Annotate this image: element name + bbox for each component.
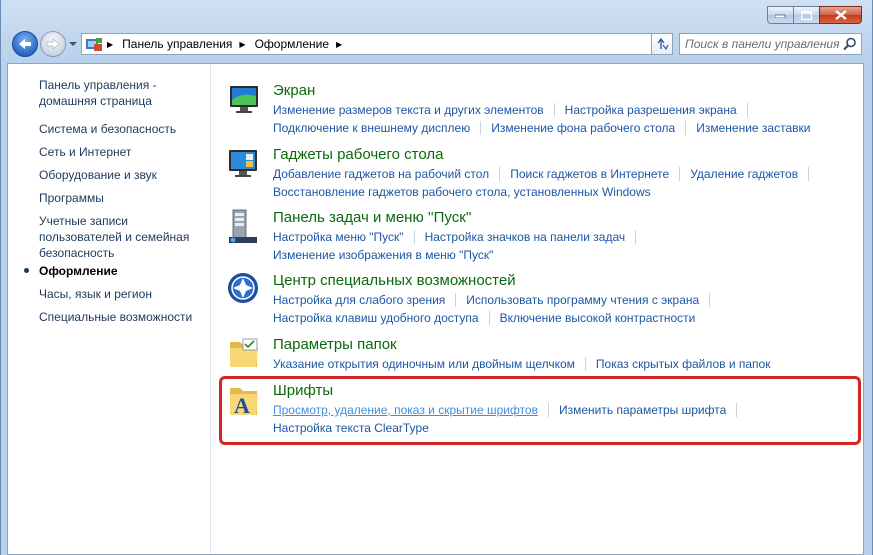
- sidebar-item-system-security[interactable]: Система и безопасность: [39, 121, 204, 137]
- link-row: Настройка клавиш удобного доступа Включен…: [273, 311, 695, 325]
- link-divider: [685, 121, 687, 135]
- search-box[interactable]: [679, 33, 862, 55]
- sidebar-item-clock-language-region[interactable]: Часы, язык и регион: [39, 286, 204, 302]
- forward-button[interactable]: [40, 31, 66, 57]
- link-screen-resolution[interactable]: Настройка разрешения экрана: [565, 103, 737, 117]
- link-divider: [455, 293, 457, 307]
- sidebar-item-hardware-sound[interactable]: Оборудование и звук: [39, 167, 204, 183]
- refresh-button[interactable]: [651, 33, 673, 55]
- link-divider: [808, 167, 810, 181]
- sidebar-item-network[interactable]: Сеть и Интернет: [39, 144, 204, 160]
- link-start-menu-picture[interactable]: Изменение изображения в меню "Пуск": [273, 248, 493, 262]
- link-show-hidden-files[interactable]: Показ скрытых файлов и папок: [596, 357, 771, 371]
- search-icon[interactable]: [843, 37, 857, 51]
- close-icon: [834, 10, 847, 20]
- category-title-folder-options[interactable]: Параметры папок: [273, 336, 397, 353]
- link-remove-gadgets[interactable]: Удаление гаджетов: [690, 167, 798, 181]
- back-button[interactable]: [12, 31, 38, 57]
- sidebar-item-ease-of-access[interactable]: Специальные возможности: [39, 309, 204, 325]
- category-title-display[interactable]: Экран: [273, 82, 315, 99]
- control-panel-icon: [86, 38, 102, 51]
- breadcrumb-separator-icon[interactable]: ▶: [107, 40, 113, 49]
- window-frame: ▶ Панель управления ▶ Оформление ▶ ▼ Пан…: [0, 0, 873, 555]
- link-taskbar-icons[interactable]: Настройка значков на панели задач: [425, 230, 626, 244]
- link-row: Восстановление гаджетов рабочего стола, …: [273, 185, 651, 199]
- search-input[interactable]: [685, 37, 843, 51]
- accessibility-icon: [228, 273, 258, 303]
- category-title-gadgets[interactable]: Гаджеты рабочего стола: [273, 146, 443, 163]
- link-single-double-click[interactable]: Указание открытия одиночным или двойным …: [273, 357, 575, 371]
- minimize-button[interactable]: [767, 6, 794, 24]
- link-screen-reader[interactable]: Использовать программу чтения с экрана: [466, 293, 699, 307]
- history-dropdown-icon[interactable]: [68, 39, 78, 49]
- category-title-ease-of-access[interactable]: Центр специальных возможностей: [273, 272, 516, 289]
- folder-options-icon: [230, 338, 258, 367]
- link-divider: [413, 230, 415, 244]
- sidebar-item-programs[interactable]: Программы: [39, 190, 204, 206]
- navigation-bar: ▶ Панель управления ▶ Оформление ▶ ▼: [11, 31, 862, 57]
- maximize-button[interactable]: [793, 6, 820, 24]
- content-area: Панель управления - домашняя страница Си…: [7, 63, 864, 555]
- caption-buttons: [767, 6, 862, 24]
- refresh-icon: [657, 37, 669, 51]
- forward-arrow-icon: [46, 38, 60, 50]
- link-divider: [584, 357, 586, 371]
- link-divider: [488, 311, 490, 325]
- link-screensaver[interactable]: Изменение заставки: [696, 121, 810, 135]
- link-row: Добавление гаджетов на рабочий стол Поиск…: [273, 167, 819, 181]
- link-divider: [553, 103, 555, 117]
- link-divider: [635, 230, 637, 244]
- link-row: Подключение к внешнему дисплею Изменение …: [273, 121, 810, 135]
- display-icon: [230, 86, 258, 113]
- breadcrumb-control-panel[interactable]: Панель управления: [122, 37, 232, 51]
- taskbar-icon: [229, 209, 257, 243]
- sidebar-item-home[interactable]: Панель управления - домашняя страница: [39, 77, 204, 109]
- link-row: Изменение изображения в меню "Пуск": [273, 248, 493, 262]
- sidebar: Панель управления - домашняя страница Си…: [8, 64, 211, 554]
- link-divider: [679, 167, 681, 181]
- breadcrumb-separator-icon[interactable]: ▶: [336, 40, 342, 49]
- minimize-icon: [775, 14, 786, 18]
- breadcrumb-separator-icon[interactable]: ▶: [239, 40, 245, 49]
- gadgets-icon: [229, 150, 257, 177]
- sidebar-item-user-accounts[interactable]: Учетные записи пользователей и семейная …: [39, 213, 204, 261]
- current-item-bullet-icon: [24, 268, 29, 273]
- link-restore-gadgets[interactable]: Восстановление гаджетов рабочего стола, …: [273, 185, 651, 199]
- link-external-display[interactable]: Подключение к внешнему дисплею: [273, 121, 470, 135]
- link-divider: [709, 293, 711, 307]
- link-row: Указание открытия одиночным или двойным …: [273, 357, 770, 371]
- link-find-gadgets[interactable]: Поиск гаджетов в Интернете: [510, 167, 669, 181]
- breadcrumb-appearance[interactable]: Оформление: [255, 37, 329, 51]
- link-low-vision[interactable]: Настройка для слабого зрения: [273, 293, 445, 307]
- link-change-text-size[interactable]: Изменение размеров текста и других элеме…: [273, 103, 544, 117]
- link-divider: [746, 103, 748, 117]
- maximize-icon: [801, 10, 812, 20]
- link-add-gadgets[interactable]: Добавление гаджетов на рабочий стол: [273, 167, 489, 181]
- close-button[interactable]: [819, 6, 862, 24]
- link-row: Настройка меню "Пуск" Настройка значков н…: [273, 230, 646, 244]
- address-bar[interactable]: ▶ Панель управления ▶ Оформление ▶ ▼: [81, 33, 665, 55]
- sidebar-item-appearance: Оформление: [39, 264, 118, 278]
- link-high-contrast[interactable]: Включение высокой контрастности: [500, 311, 696, 325]
- back-arrow-icon: [19, 39, 31, 49]
- link-divider: [499, 167, 501, 181]
- link-row: Настройка для слабого зрения Использовать…: [273, 293, 720, 307]
- link-customize-start-menu[interactable]: Настройка меню "Пуск": [273, 230, 404, 244]
- fonts-highlight-frame: [219, 376, 861, 445]
- link-accessibility-keys[interactable]: Настройка клавиш удобного доступа: [273, 311, 479, 325]
- main-panel: Экран Изменение размеров текста и других…: [211, 64, 863, 554]
- link-row: Изменение размеров текста и других элеме…: [273, 103, 758, 117]
- link-desktop-background[interactable]: Изменение фона рабочего стола: [491, 121, 675, 135]
- category-title-taskbar[interactable]: Панель задач и меню ''Пуск'': [273, 209, 472, 226]
- link-divider: [480, 121, 482, 135]
